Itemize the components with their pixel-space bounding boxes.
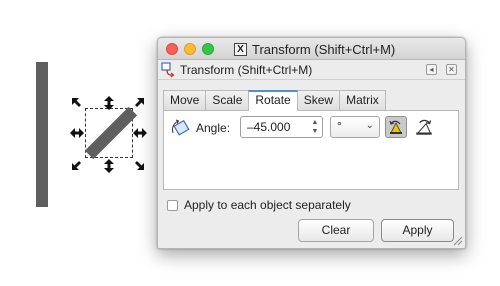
apply-each-option[interactable]: Apply to each object separately [167, 198, 351, 212]
x11-icon: X [234, 42, 247, 56]
handle-top-left[interactable] [71, 97, 85, 111]
close-window-button[interactable] [166, 43, 178, 55]
transform-dialog-icon [161, 61, 175, 77]
dock-iconify-icon[interactable]: ◂ [426, 64, 437, 75]
rotate-ccw-icon [389, 120, 402, 134]
tab-move[interactable]: Move [163, 90, 207, 110]
rotate-clockwise-button[interactable] [413, 116, 435, 138]
handle-left[interactable] [70, 126, 84, 140]
dock-close-icon[interactable]: ✕ [446, 64, 457, 75]
rotate-panel: Angle: –45.000 ▲ ▼ ° ⌄ [163, 110, 459, 190]
chevron-down-icon: ⌄ [365, 120, 374, 131]
maximize-window-button[interactable] [202, 43, 214, 55]
handle-right[interactable] [133, 126, 147, 140]
transform-tabs: Move Scale Rotate Skew Matrix [163, 90, 386, 111]
tab-rotate[interactable]: Rotate [248, 90, 298, 111]
tab-skew[interactable]: Skew [296, 90, 341, 110]
rotate-angle-icon [172, 119, 190, 136]
window-titlebar[interactable]: X Transform (Shift+Ctrl+M) [158, 38, 465, 60]
apply-button[interactable]: Apply [381, 219, 454, 242]
clear-button[interactable]: Clear [298, 219, 374, 242]
apply-each-label[interactable]: Apply to each object separately [184, 198, 351, 212]
rotate-counterclockwise-button[interactable] [385, 116, 407, 138]
handle-bottom-left[interactable] [71, 157, 85, 171]
angle-label: Angle: [196, 121, 231, 135]
minimize-window-button[interactable] [184, 43, 196, 55]
vertical-rectangle-shape[interactable] [36, 62, 48, 207]
dock-header: Transform (Shift+Ctrl+M) ◂ ✕ [158, 60, 465, 80]
resize-grip-icon[interactable] [453, 236, 463, 246]
angle-unit-value: ° [337, 119, 342, 133]
angle-unit-select[interactable]: ° ⌄ [330, 116, 380, 138]
handle-top-right[interactable] [131, 97, 145, 111]
angle-value[interactable]: –45.000 [247, 120, 290, 134]
tab-scale[interactable]: Scale [205, 90, 250, 110]
rotate-cw-icon [416, 119, 432, 135]
spin-arrows-icon[interactable]: ▲ ▼ [309, 118, 321, 136]
handle-bottom[interactable] [102, 159, 116, 173]
angle-spinbox[interactable]: –45.000 ▲ ▼ [240, 116, 323, 138]
tab-matrix[interactable]: Matrix [339, 90, 386, 110]
window-title: Transform (Shift+Ctrl+M) [252, 41, 396, 57]
dock-title: Transform (Shift+Ctrl+M) [180, 62, 313, 77]
apply-each-checkbox[interactable] [167, 199, 178, 211]
handle-top[interactable] [102, 96, 116, 110]
transform-dialog: X Transform (Shift+Ctrl+M) Transform (Sh… [157, 37, 466, 249]
handle-bottom-right[interactable] [131, 157, 145, 171]
